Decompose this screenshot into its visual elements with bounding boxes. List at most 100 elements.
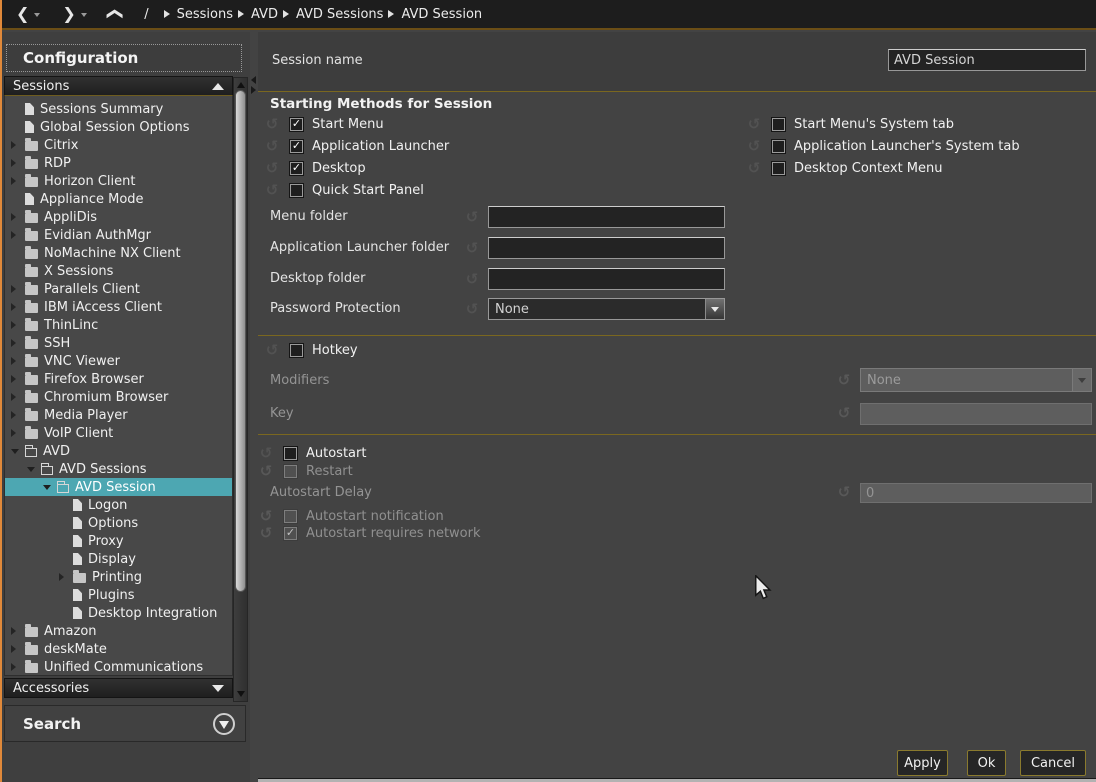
tree-item-printing[interactable]: Printing — [5, 568, 232, 586]
expand-arrow-icon[interactable] — [59, 573, 69, 581]
tree-item-x-sessions[interactable]: X Sessions — [5, 262, 232, 280]
checkbox-start-menu[interactable] — [290, 118, 303, 131]
expand-arrow-icon[interactable] — [11, 393, 21, 401]
expand-arrow-icon[interactable] — [11, 411, 21, 419]
revert-icon[interactable]: ↺ — [264, 138, 280, 154]
checkbox-desktop[interactable] — [290, 162, 303, 175]
expand-arrow-icon[interactable] — [11, 303, 21, 311]
breadcrumb-root[interactable]: / — [144, 7, 148, 22]
expand-arrow-icon[interactable] — [11, 141, 21, 149]
dropdown-arrow-icon[interactable] — [705, 299, 724, 319]
tree-item-thinlinc[interactable]: ThinLinc — [5, 316, 232, 334]
ok-button[interactable]: Ok — [967, 750, 1006, 776]
revert-icon[interactable]: ↺ — [264, 182, 280, 198]
forward-icon[interactable]: ❯ — [60, 1, 77, 27]
revert-icon[interactable]: ↺ — [746, 116, 762, 132]
revert-icon[interactable]: ↺ — [746, 138, 762, 154]
tree-item-amazon[interactable]: Amazon — [5, 622, 232, 640]
expand-arrow-icon[interactable] — [11, 231, 21, 239]
breadcrumb-item-avd-sessions[interactable]: AVD Sessions — [296, 7, 383, 22]
checkbox-autostart[interactable] — [284, 447, 297, 460]
apply-button[interactable]: Apply — [897, 750, 948, 776]
desktop-folder-input[interactable] — [488, 268, 725, 290]
scroll-up-icon[interactable] — [237, 82, 245, 88]
forward-history-dropdown-icon[interactable] — [81, 13, 87, 17]
tree-item-avd-sessions[interactable]: AVD Sessions — [5, 460, 232, 478]
expand-arrow-icon[interactable] — [11, 177, 21, 185]
tree-item-citrix[interactable]: Citrix — [5, 136, 232, 154]
tree-item-media-player[interactable]: Media Player — [5, 406, 232, 424]
tree-item-applidis[interactable]: AppliDis — [5, 208, 232, 226]
cancel-button[interactable]: Cancel — [1020, 750, 1086, 776]
tree-item-unified-communications[interactable]: Unified Communications — [5, 658, 232, 676]
accordion-sessions[interactable]: Sessions — [4, 76, 233, 96]
checkbox-start-menu-s-system-tab[interactable] — [772, 118, 785, 131]
scrollbar-thumb[interactable] — [235, 90, 246, 592]
tree-item-logon[interactable]: Logon — [5, 496, 232, 514]
tree-scrollbar[interactable] — [233, 77, 248, 702]
checkbox-desktop-context-menu[interactable] — [772, 162, 785, 175]
revert-icon[interactable]: ↺ — [258, 445, 274, 461]
up-icon[interactable]: ❮ — [103, 5, 129, 22]
search-expand-icon[interactable] — [213, 713, 235, 735]
expand-arrow-icon[interactable] — [11, 339, 21, 347]
tree-item-horizon-client[interactable]: Horizon Client — [5, 172, 232, 190]
breadcrumb-item-avd[interactable]: AVD — [251, 7, 278, 22]
menu-folder-input[interactable] — [488, 206, 725, 228]
tree-item-proxy[interactable]: Proxy — [5, 532, 232, 550]
revert-icon[interactable]: ↺ — [264, 116, 280, 132]
tree-item-evidian-authmgr[interactable]: Evidian AuthMgr — [5, 226, 232, 244]
breadcrumb-item-avd-session[interactable]: AVD Session — [401, 7, 482, 22]
horizontal-scrollbar-track[interactable] — [258, 778, 1096, 782]
tree-item-plugins[interactable]: Plugins — [5, 586, 232, 604]
revert-icon[interactable]: ↺ — [746, 160, 762, 176]
tree-item-chromium-browser[interactable]: Chromium Browser — [5, 388, 232, 406]
expand-arrow-icon[interactable] — [11, 213, 21, 221]
checkbox-application-launcher-s-system-tab[interactable] — [772, 140, 785, 153]
revert-icon[interactable]: ↺ — [464, 209, 480, 225]
checkbox-application-launcher[interactable] — [290, 140, 303, 153]
password-protection-select[interactable]: None — [488, 298, 725, 320]
expand-arrow-icon[interactable] — [11, 663, 21, 671]
collapse-arrow-icon[interactable] — [43, 485, 53, 490]
checkbox-quick-start-panel[interactable] — [290, 184, 303, 197]
sidebar-splitter-handle[interactable] — [251, 76, 256, 94]
application-launcher-folder-input[interactable] — [488, 237, 725, 259]
expand-arrow-icon[interactable] — [11, 159, 21, 167]
expand-arrow-icon[interactable] — [11, 285, 21, 293]
expand-arrow-icon[interactable] — [11, 357, 21, 365]
tree-item-avd-session[interactable]: AVD Session — [5, 478, 232, 496]
tree-item-sessions-summary[interactable]: Sessions Summary — [5, 100, 232, 118]
expand-arrow-icon[interactable] — [11, 429, 21, 437]
expand-arrow-icon[interactable] — [11, 321, 21, 329]
search-panel-header[interactable]: Search — [4, 705, 246, 742]
revert-icon[interactable]: ↺ — [464, 301, 480, 317]
expand-arrow-icon[interactable] — [11, 645, 21, 653]
revert-icon[interactable]: ↺ — [464, 240, 480, 256]
back-icon[interactable]: ❮ — [14, 1, 31, 27]
collapse-arrow-icon[interactable] — [27, 467, 37, 472]
tree-item-avd[interactable]: AVD — [5, 442, 232, 460]
tree-item-global-session-options[interactable]: Global Session Options — [5, 118, 232, 136]
revert-icon[interactable]: ↺ — [264, 342, 280, 358]
tree-item-appliance-mode[interactable]: Appliance Mode — [5, 190, 232, 208]
tree-item-ssh[interactable]: SSH — [5, 334, 232, 352]
expand-arrow-icon[interactable] — [11, 627, 21, 635]
revert-icon[interactable]: ↺ — [264, 160, 280, 176]
tree-item-voip-client[interactable]: VoIP Client — [5, 424, 232, 442]
scroll-down-icon[interactable] — [237, 691, 245, 697]
tree-item-rdp[interactable]: RDP — [5, 154, 232, 172]
accordion-accessories[interactable]: Accessories — [4, 678, 233, 698]
tree-item-ibm-iaccess-client[interactable]: IBM iAccess Client — [5, 298, 232, 316]
tree-item-desktop-integration[interactable]: Desktop Integration — [5, 604, 232, 622]
tree-item-nomachine-nx-client[interactable]: NoMachine NX Client — [5, 244, 232, 262]
breadcrumb-item-sessions[interactable]: Sessions — [177, 7, 233, 22]
tree-item-deskmate[interactable]: deskMate — [5, 640, 232, 658]
tree-item-display[interactable]: Display — [5, 550, 232, 568]
tree-item-options[interactable]: Options — [5, 514, 232, 532]
tree-item-firefox-browser[interactable]: Firefox Browser — [5, 370, 232, 388]
collapse-arrow-icon[interactable] — [11, 449, 21, 454]
tree-item-vnc-viewer[interactable]: VNC Viewer — [5, 352, 232, 370]
expand-arrow-icon[interactable] — [11, 375, 21, 383]
checkbox-hotkey[interactable] — [290, 344, 303, 357]
